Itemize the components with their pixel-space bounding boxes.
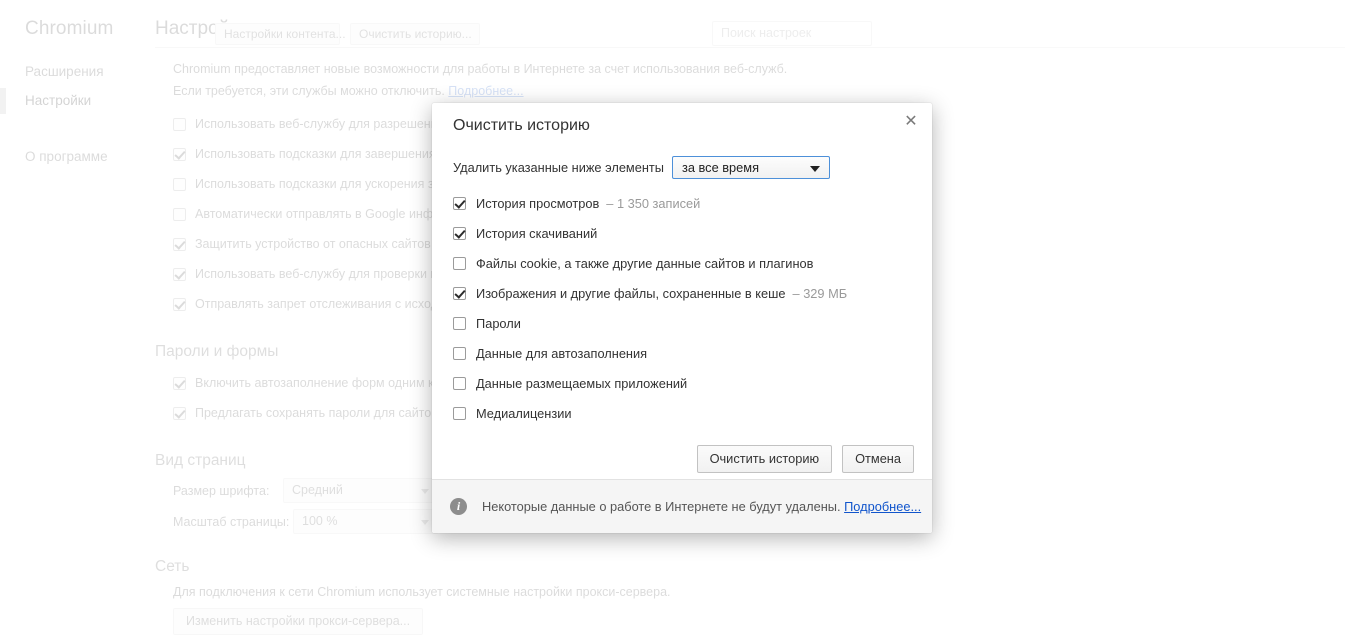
checkbox-icon[interactable] [453,226,466,240]
clear-item-label-0: История просмотров [476,195,600,211]
time-range-row: Удалить указанные ниже элементы за все в… [453,156,830,179]
modal-overlay: ✕ Очистить историю Удалить указанные ниж… [0,0,1366,638]
clear-item-2[interactable]: Файлы cookie, а также другие данные сайт… [453,248,913,278]
clear-item-label-5: Данные для автозаполнения [476,345,648,361]
time-range-label: Удалить указанные ниже элементы [453,160,664,175]
checkbox-icon[interactable] [453,256,466,270]
cancel-button[interactable]: Отмена [842,445,914,473]
dialog-actions: Очистить историю Отмена [696,445,914,473]
dialog-footer: i Некоторые данные о работе в Интернете … [432,479,932,533]
checkbox-icon[interactable] [453,346,466,360]
dialog-title: Очистить историю [453,117,590,134]
clear-item-detail-0: – 1 350 записей [606,195,701,211]
checkbox-icon[interactable] [453,286,466,300]
checkbox-icon[interactable] [453,316,466,330]
checkbox-icon[interactable] [453,376,466,390]
footer-learn-more-link[interactable]: Подробнее... [844,499,921,514]
clear-item-label-1: История скачиваний [476,225,598,241]
clear-item-label-3: Изображения и другие файлы, сохраненные … [476,285,786,301]
clear-history-dialog: ✕ Очистить историю Удалить указанные ниж… [432,103,932,533]
clear-item-5[interactable]: Данные для автозаполнения [453,338,913,368]
clear-item-label-4: Пароли [476,315,521,331]
clear-item-label-7: Медиалицензии [476,405,572,421]
clear-item-label-2: Файлы cookie, а также другие данные сайт… [476,255,814,271]
clear-item-3[interactable]: Изображения и другие файлы, сохраненные … [453,278,913,308]
footer-notice-text: Некоторые данные о работе в Интернете не… [482,499,841,514]
clear-item-0[interactable]: История просмотров – 1 350 записей [453,188,913,218]
clear-item-4[interactable]: Пароли [453,308,913,338]
clear-item-7[interactable]: Медиалицензии [453,398,913,428]
clear-items-list: История просмотров – 1 350 записей Истор… [453,188,913,428]
checkbox-icon[interactable] [453,406,466,420]
chevron-down-icon [809,166,820,172]
time-range-value: за все время [681,160,760,175]
clear-item-detail-3: – 329 МБ [792,285,848,301]
confirm-clear-button[interactable]: Очистить историю [696,445,833,473]
clear-item-6[interactable]: Данные размещаемых приложений [453,368,913,398]
info-icon: i [450,498,467,515]
checkbox-icon[interactable] [453,196,466,210]
clear-item-label-6: Данные размещаемых приложений [476,375,688,391]
clear-item-1[interactable]: История скачиваний [453,218,913,248]
time-range-select[interactable]: за все время [671,156,830,179]
footer-notice: Некоторые данные о работе в Интернете не… [482,499,921,514]
close-icon[interactable]: ✕ [898,109,924,135]
